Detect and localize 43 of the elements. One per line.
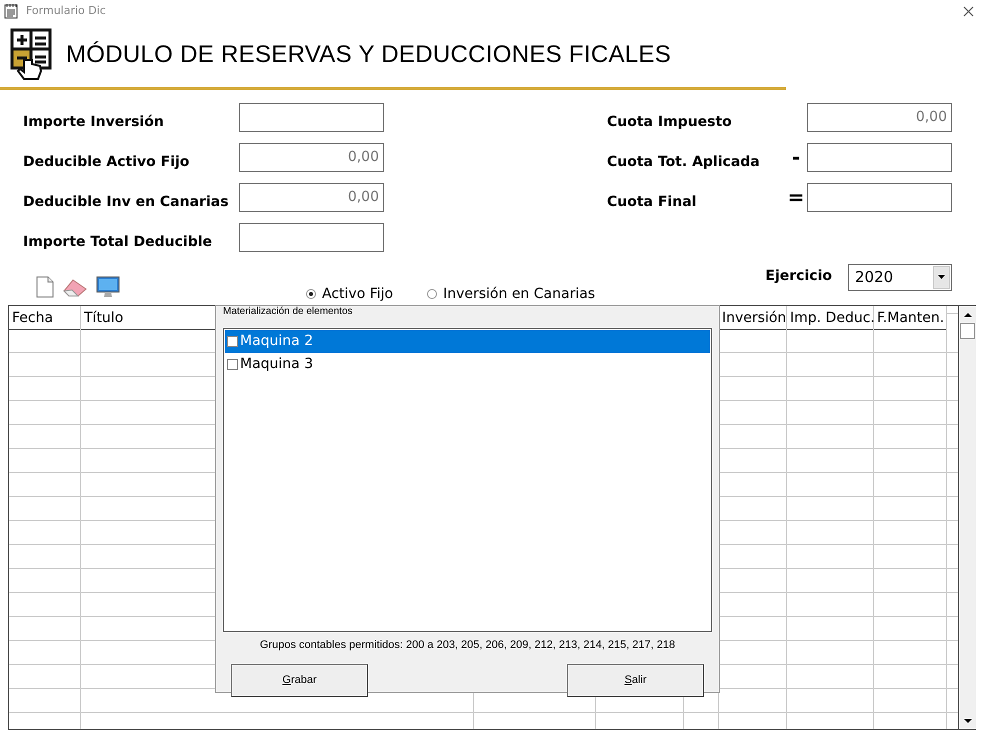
module-title: MÓDULO DE RESERVAS Y DEDUCCIONES FICALES — [66, 40, 672, 70]
field-label: Deducible Activo Fijo — [23, 152, 190, 172]
scroll-up-icon[interactable] — [964, 312, 972, 316]
operator-sign: - — [790, 144, 802, 171]
scroll-thumb[interactable] — [960, 323, 975, 339]
checkbox[interactable] — [227, 336, 238, 347]
input-field[interactable] — [807, 182, 952, 212]
monitor-icon[interactable] — [96, 276, 120, 298]
vertical-scrollbar[interactable] — [958, 306, 976, 729]
input-field[interactable]: 0,00 — [239, 182, 384, 212]
window-title: Formulario Dic — [26, 2, 106, 19]
field-label: Cuota Final — [607, 192, 698, 212]
scroll-down-icon[interactable] — [964, 718, 972, 722]
exit-button[interactable]: Salir — [567, 664, 704, 696]
year-select[interactable]: 2020 — [848, 264, 952, 290]
ejercicio-label: Ejercicio — [765, 266, 832, 286]
notepad-icon — [4, 3, 18, 19]
dropdown-arrow-icon — [938, 275, 945, 279]
radio-label[interactable]: Inversión en Canarias — [443, 284, 596, 304]
allowed-groups-note: Grupos contables permitidos: 200 a 203, 205, 206, 209, 212, 213, 214, 215, 217, 218 — [258, 638, 676, 653]
calculator-icon — [10, 28, 54, 82]
radio-label[interactable]: Activo Fijo — [322, 284, 394, 304]
field-label: Cuota Impuesto — [607, 112, 733, 132]
eraser-icon[interactable] — [62, 277, 88, 297]
field-label: Cuota Tot. Aplicada — [607, 152, 761, 172]
list-item[interactable]: Maquina 2 — [225, 330, 710, 353]
radio-button[interactable] — [427, 289, 438, 299]
input-field[interactable] — [239, 222, 384, 252]
list-item[interactable]: Maquina 3 — [225, 353, 710, 376]
operator-sign: = — [786, 184, 806, 211]
input-field[interactable]: 0,00 — [239, 142, 384, 172]
close-icon[interactable] — [963, 6, 974, 16]
document-icon[interactable] — [36, 276, 54, 298]
checkbox[interactable] — [227, 359, 238, 370]
input-field[interactable] — [807, 142, 952, 172]
save-button[interactable]: Grabar — [231, 664, 368, 696]
radio-button[interactable] — [306, 289, 316, 299]
field-label: Importe Inversión — [23, 112, 165, 132]
dialog-title: Materialización de elementos — [223, 306, 354, 318]
field-label: Importe Total Deducible — [23, 232, 214, 252]
input-field[interactable]: 0,00 — [807, 102, 952, 132]
field-label: Deducible Inv en Canarias — [23, 192, 230, 212]
input-field[interactable] — [239, 102, 384, 132]
